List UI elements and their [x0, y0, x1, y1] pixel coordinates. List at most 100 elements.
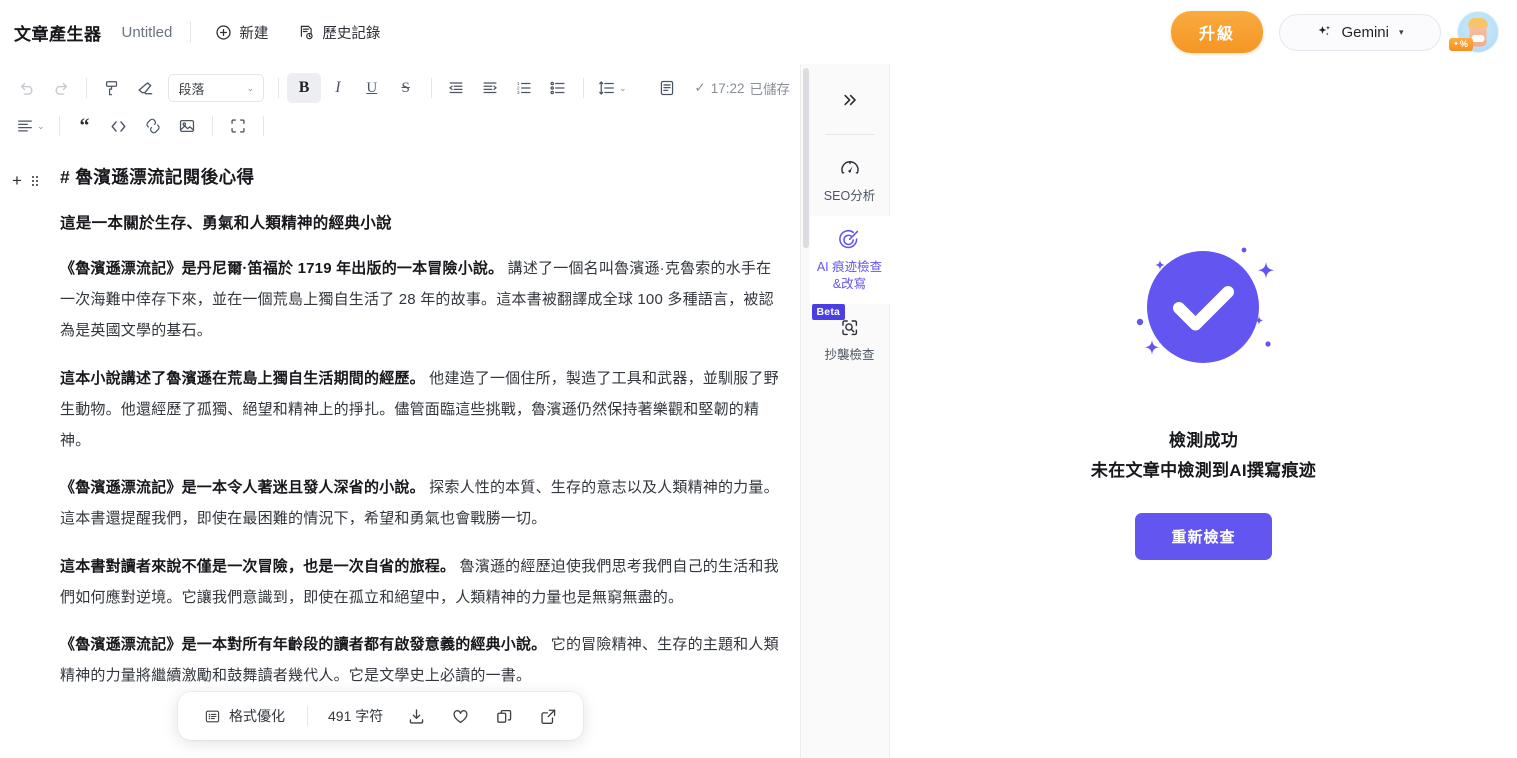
new-document-button[interactable]: 新建	[209, 17, 274, 48]
share-external-icon[interactable]	[531, 701, 565, 731]
beta-badge: Beta	[811, 303, 846, 320]
paragraph-style-select[interactable]: 段落 ⌄	[168, 74, 265, 102]
page-title[interactable]: # 魯濱遜漂流記閱後心得	[60, 164, 770, 190]
badge-label: %	[1459, 39, 1468, 49]
chevron-down-icon: ▾	[1398, 26, 1404, 37]
model-selector[interactable]: Gemini ▾	[1279, 13, 1441, 51]
history-button[interactable]: 歷史記錄	[292, 17, 386, 48]
heart-icon[interactable]	[443, 701, 477, 731]
paragraph-lead: 《魯濱遜漂流記》是丹尼爾·笛福於 1719 年出版的一本冒險小說。	[60, 260, 504, 278]
page-icon[interactable]	[651, 73, 685, 103]
recheck-button[interactable]: 重新檢查	[1135, 513, 1272, 561]
avatar[interactable]: ✦ %	[1449, 11, 1499, 53]
discount-badge: ✦ %	[1449, 38, 1473, 51]
panel-status-line2: 未在文章中檢測到AI撰寫痕迹	[1090, 460, 1317, 480]
header-right-group: 升級 Gemini ▾ ✦ %	[1170, 11, 1499, 53]
model-label: Gemini	[1341, 23, 1389, 41]
undo-icon[interactable]	[10, 73, 44, 103]
quote-glyph: “	[79, 115, 90, 137]
svg-text:3: 3	[517, 90, 520, 95]
toolbar-separator	[278, 78, 280, 98]
toolbar-separator	[85, 78, 87, 98]
paragraph-lead: 《魯濱遜漂流記》是一本對所有年齡段的讀者都有啟發意義的經典小說。	[60, 635, 547, 653]
chevron-down-icon: ⌄	[37, 120, 45, 131]
format-optimize-button[interactable]: 格式優化	[196, 702, 293, 730]
document-canvas[interactable]: + # 魯濱遜漂流記閱後心得 這是一本關於生存、勇氣和人類精神的經典小說 《魯濱…	[0, 148, 800, 758]
bullet-list-icon[interactable]	[541, 73, 575, 103]
block-handles: +	[12, 172, 38, 189]
underline-icon[interactable]: U	[355, 73, 389, 103]
ai-detection-panel: 檢測成功 未在文章中檢測到AI撰寫痕迹 重新檢查	[890, 64, 1517, 758]
document-subheading[interactable]: 這是一本關於生存、勇氣和人類精神的經典小說	[60, 212, 770, 237]
align-left-icon[interactable]: ⌄	[10, 111, 51, 141]
panel-content: 檢測成功 未在文章中檢測到AI撰寫痕迹 重新檢查	[1091, 222, 1316, 561]
speedometer-icon	[839, 157, 861, 181]
format-optimize-label: 格式優化	[229, 708, 285, 724]
paragraph-lead: 這本小說講述了魯濱遜在荒島上獨自生活期間的經歷。	[60, 369, 425, 387]
character-count: 491 字符	[328, 708, 384, 724]
document-paragraph-4[interactable]: 這本書對讀者來說不僅是一次冒險，也是一次自省的旅程。 魯濱遜的經歷迫使我們思考我…	[60, 551, 782, 613]
panel-status-title: 檢測成功 未在文章中檢測到AI撰寫痕迹	[1091, 426, 1316, 486]
toolbar-row-2: ⌄ “	[10, 108, 790, 144]
panel-status-line1: 檢測成功	[1168, 430, 1239, 450]
sidebar-item-plagiarism-check[interactable]: Beta 抄襲檢查	[810, 303, 890, 375]
success-illustration	[1137, 247, 1275, 363]
tool-rail: SEO分析 AI 痕迹檢查&改寫 Beta 抄襲檢查	[809, 64, 890, 758]
toolbar-separator	[211, 116, 213, 136]
bold-icon[interactable]: B	[287, 73, 321, 103]
bold-label: B	[298, 79, 310, 96]
quote-icon[interactable]: “	[68, 111, 102, 141]
fullscreen-icon[interactable]	[221, 111, 255, 141]
line-height-icon[interactable]: ⌄	[592, 73, 633, 103]
sidebar-item-label: AI 痕迹檢查&改寫	[816, 259, 883, 291]
code-icon[interactable]	[102, 111, 136, 141]
toolbar-row-1: 段落 ⌄ B I U S 1 2 3 ⌄ ✓ 17:22 已儲存	[10, 70, 790, 106]
editor-scrollbar[interactable]	[800, 64, 810, 758]
italic-icon[interactable]: I	[321, 73, 355, 103]
app-root: 文章產生器 Untitled 新建 歷史記錄 升級 Gemini ▾ ✦ % 段…	[0, 0, 1517, 758]
outdent-icon[interactable]	[440, 73, 474, 103]
underline-label: U	[366, 79, 378, 96]
document-paragraph-3[interactable]: 《魯濱遜漂流記》是一本令人著迷且發人深省的小說。 探索人性的本質、生存的意志以及…	[60, 472, 782, 534]
sidebar-item-label: 抄襲檢查	[824, 347, 875, 362]
sidebar-item-ai-detect-rewrite[interactable]: AI 痕迹檢查&改寫	[809, 215, 890, 304]
upgrade-button[interactable]: 升級	[1170, 11, 1263, 53]
scrollbar-thumb[interactable]	[803, 68, 809, 248]
app-header: 文章產生器 Untitled 新建 歷史記錄 升級 Gemini ▾ ✦ %	[0, 0, 1517, 64]
link-icon[interactable]	[136, 111, 170, 141]
header-divider	[190, 21, 192, 43]
toolbar-separator	[58, 116, 60, 136]
indent-icon[interactable]	[473, 73, 507, 103]
editor-floating-toolbar: 格式優化 491 字符	[178, 692, 584, 740]
sidebar-item-label: SEO分析	[823, 189, 876, 203]
save-text: 已儲存	[749, 82, 791, 97]
editor-toolbar: 段落 ⌄ B I U S 1 2 3 ⌄ ✓ 17:22 已儲存 ⌄ “	[0, 64, 800, 148]
history-icon	[298, 24, 315, 41]
history-label: 歷史記錄	[322, 25, 381, 42]
new-document-label: 新建	[239, 25, 269, 42]
chevron-double-right-icon[interactable]	[828, 80, 872, 120]
format-painter-icon[interactable]	[95, 73, 129, 103]
redo-icon[interactable]	[44, 73, 78, 103]
document-paragraph-5[interactable]: 《魯濱遜漂流記》是一本對所有年齡段的讀者都有啟發意義的經典小說。 它的冒險精神、…	[60, 629, 782, 691]
editor-column: 段落 ⌄ B I U S 1 2 3 ⌄ ✓ 17:22 已儲存 ⌄ “ + #…	[0, 64, 800, 758]
add-block-icon[interactable]: +	[12, 172, 22, 189]
chevron-down-icon: ⌄	[619, 82, 627, 93]
image-icon[interactable]	[170, 111, 204, 141]
document-title[interactable]: Untitled	[122, 24, 173, 41]
document-paragraph-1[interactable]: 《魯濱遜漂流記》是丹尼爾·笛福於 1719 年出版的一本冒險小說。 講述了一個名…	[60, 253, 782, 347]
toolbar-separator	[430, 78, 432, 98]
italic-label: I	[335, 79, 341, 96]
copy-icon[interactable]	[487, 701, 521, 731]
paragraph-style-value: 段落	[178, 81, 205, 97]
ai-rewrite-icon	[838, 228, 861, 252]
document-paragraph-2[interactable]: 這本小說講述了魯濱遜在荒島上獨自生活期間的經歷。 他建造了一個住所，製造了工具和…	[60, 363, 782, 457]
download-icon[interactable]	[399, 701, 433, 731]
ordered-list-icon[interactable]: 1 2 3	[507, 73, 541, 103]
clear-format-icon[interactable]	[129, 73, 163, 103]
sidebar-item-seo-analysis[interactable]: SEO分析	[810, 145, 890, 216]
strikethrough-icon[interactable]: S	[389, 73, 423, 103]
drag-handle-icon[interactable]	[31, 175, 38, 186]
save-time: 17:22	[710, 80, 745, 96]
app-brand: 文章產生器	[14, 24, 102, 44]
